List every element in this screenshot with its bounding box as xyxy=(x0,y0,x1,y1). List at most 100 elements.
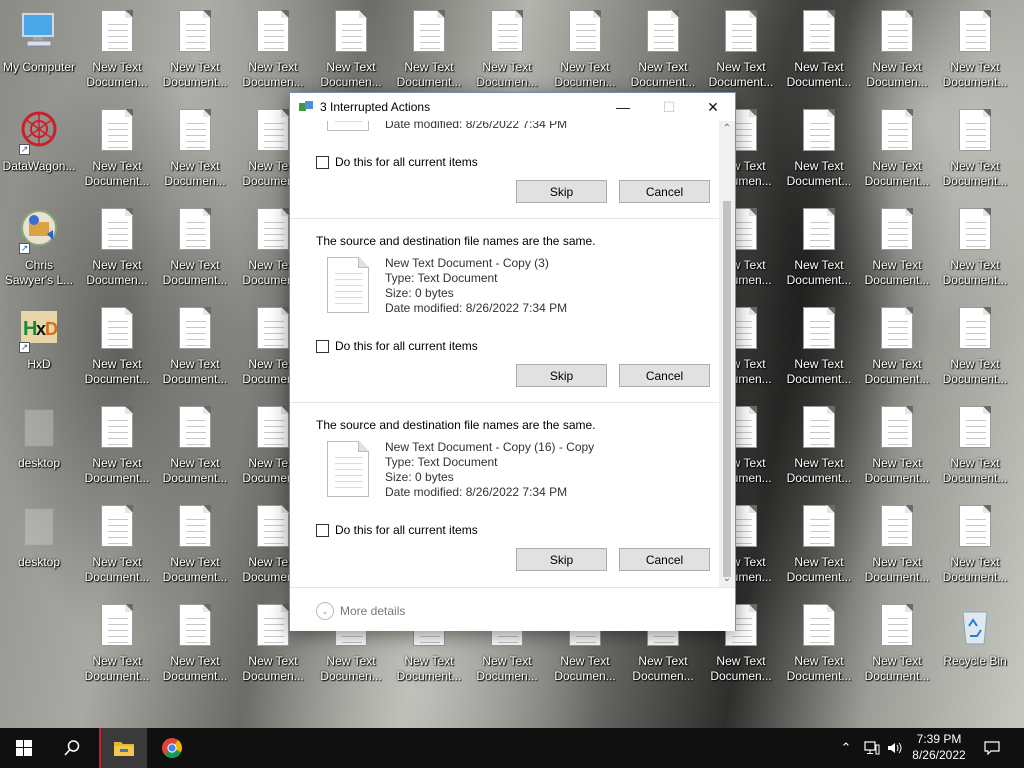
file-details: New Text Document - Copy (16) - Copy Typ… xyxy=(385,440,594,500)
apply-all-row[interactable]: Do this for all current items xyxy=(316,523,478,537)
desktop-icon-text-document[interactable]: New Text Document... xyxy=(936,2,1014,94)
desktop-icon-label: DataWagon... xyxy=(2,159,76,173)
desktop-icon-text-document[interactable]: New Text Document... xyxy=(78,101,156,193)
minimize-button[interactable]: — xyxy=(600,93,646,121)
desktop-icon-datawagon[interactable]: ↗ DataWagon... xyxy=(0,101,78,193)
apply-all-checkbox[interactable] xyxy=(316,155,329,169)
desktop-icon-text-document[interactable]: New Text Document... xyxy=(78,497,156,589)
chevron-up-icon[interactable]: ⌃ xyxy=(836,728,856,768)
apply-all-row[interactable]: Do this for all current items xyxy=(316,155,478,169)
desktop-icon-text-document[interactable]: New Text Documen... xyxy=(78,200,156,292)
desktop-icon-text-document[interactable]: New Text Document... xyxy=(780,200,858,292)
desktop-icon-text-document[interactable]: New Text Document... xyxy=(156,398,234,490)
desktop-icon-text-document[interactable]: New Text Document... xyxy=(936,497,1014,589)
desktop-icon-text-document[interactable]: New Text Document... xyxy=(702,2,780,94)
desktop-icon-text-document[interactable]: New Text Document... xyxy=(858,200,936,292)
desktop-icon-text-document[interactable]: New Text Documen... xyxy=(546,2,624,94)
text-document-icon xyxy=(327,441,369,497)
search-button[interactable] xyxy=(48,728,96,768)
desktop-icon-label: New Text Documen... xyxy=(476,654,538,683)
desktop-icon-text-document[interactable]: New Text Documen... xyxy=(858,2,936,94)
desktop-icon-text-document[interactable]: New Text Document... xyxy=(156,596,234,688)
desktop-icon-text-document[interactable]: New Text Document... xyxy=(780,497,858,589)
skip-button[interactable]: Skip xyxy=(516,548,607,571)
desktop-icon-text-document[interactable]: New Text Documen... xyxy=(156,101,234,193)
desktop-icon-text-document[interactable]: New Text Document... xyxy=(780,398,858,490)
desktop-icon-text-document[interactable]: New Text Document... xyxy=(858,299,936,391)
volume-button[interactable] xyxy=(884,728,906,768)
conflict-list[interactable]: Date modified: 8/26/2022 7:34 PM Do this… xyxy=(290,121,735,587)
desktop-icon-label: New Text Documen... xyxy=(242,60,304,89)
desktop-icon-recycle-bin[interactable]: Recycle Bin xyxy=(936,596,1014,688)
scroll-down-arrow-icon[interactable]: ⌄ xyxy=(719,571,735,587)
apply-all-checkbox[interactable] xyxy=(316,523,329,537)
text-document-icon xyxy=(803,604,835,646)
action-center-button[interactable] xyxy=(976,728,1008,768)
desktop-icon-text-document[interactable]: New Text Document... xyxy=(156,299,234,391)
desktop-icon-text-document[interactable]: New Text Document... xyxy=(78,299,156,391)
desktop-icon-text-document[interactable]: New Text Document... xyxy=(78,596,156,688)
apply-all-checkbox[interactable] xyxy=(316,339,329,353)
desktop-icon-hxd[interactable]: Hx D ↗ HxD xyxy=(0,299,78,391)
desktop-icon-text-document[interactable]: New Text Document... xyxy=(858,497,936,589)
file-size: Size: 0 bytes xyxy=(385,470,454,484)
desktop-icon-text-document[interactable]: New Text Document... xyxy=(390,2,468,94)
text-document-icon xyxy=(257,406,289,448)
desktop-icon-text-document[interactable]: New Text Document... xyxy=(936,101,1014,193)
desktop-icon-label: New Text Documen... xyxy=(86,60,148,89)
desktop-icon-blank-file[interactable]: desktop xyxy=(0,497,78,589)
desktop-icon-text-document[interactable]: New Text Documen... xyxy=(78,2,156,94)
file-date: Date modified: 8/26/2022 7:34 PM xyxy=(385,485,568,499)
network-button[interactable] xyxy=(860,728,884,768)
recycle-bin-icon xyxy=(962,611,988,645)
start-button[interactable] xyxy=(0,728,48,768)
taskbar-file-explorer[interactable] xyxy=(99,728,147,768)
text-document-icon xyxy=(959,208,991,250)
desktop-icon-text-document[interactable]: New Text Document... xyxy=(936,398,1014,490)
cancel-button[interactable]: Cancel xyxy=(619,548,710,571)
text-document-icon xyxy=(881,109,913,151)
scroll-thumb[interactable] xyxy=(723,201,731,577)
dialog-scrollbar[interactable]: ⌃ ⌄ xyxy=(719,121,735,587)
dialog-titlebar[interactable]: 3 Interrupted Actions — ☐ ✕ xyxy=(290,93,735,121)
desktop-icon-text-document[interactable]: New Text Documen... xyxy=(312,2,390,94)
desktop-icon-monitor[interactable]: My Computer xyxy=(0,2,78,94)
desktop-icon-blank-file[interactable]: desktop xyxy=(0,398,78,490)
desktop-icon-game[interactable]: ↗ Chris Sawyer's L... xyxy=(0,200,78,292)
desktop-icon-text-document[interactable]: New Text Document... xyxy=(78,398,156,490)
more-details-toggle[interactable]: ⌄ More details xyxy=(316,602,405,620)
system-clock[interactable]: 7:39 PM 8/26/2022 xyxy=(906,731,972,763)
desktop-icon-text-document[interactable]: New Text Document... xyxy=(858,596,936,688)
file-operation-icon xyxy=(299,101,313,113)
maximize-button[interactable]: ☐ xyxy=(646,93,692,121)
desktop-icon-text-document[interactable]: New Text Document... xyxy=(156,497,234,589)
desktop-icon-label: My Computer xyxy=(2,60,76,74)
desktop-icon-text-document[interactable]: New Text Document... xyxy=(858,101,936,193)
cancel-button[interactable]: Cancel xyxy=(619,364,710,387)
desktop-icon-text-document[interactable]: New Text Document... xyxy=(858,398,936,490)
desktop-icon-text-document[interactable]: New Text Document... xyxy=(156,200,234,292)
text-document-icon xyxy=(413,10,445,52)
folder-icon xyxy=(114,742,134,756)
desktop-icon-text-document[interactable]: New Text Document... xyxy=(624,2,702,94)
desktop-icon-text-document[interactable]: New Text Document... xyxy=(780,596,858,688)
desktop-icon-text-document[interactable]: New Text Document... xyxy=(780,101,858,193)
desktop-icon-text-document[interactable]: New Text Document... xyxy=(780,299,858,391)
close-button[interactable]: ✕ xyxy=(690,93,736,121)
desktop-icon-text-document[interactable]: New Text Documen... xyxy=(468,2,546,94)
skip-button[interactable]: Skip xyxy=(516,364,607,387)
text-document-icon xyxy=(881,10,913,52)
desktop-icon-text-document[interactable]: New Text Document... xyxy=(936,299,1014,391)
desktop-icon-text-document[interactable]: New Text Document... xyxy=(156,2,234,94)
taskbar-chrome[interactable] xyxy=(150,728,194,768)
dialog-title: 3 Interrupted Actions xyxy=(320,100,431,114)
desktop-icon-text-document[interactable]: New Text Document... xyxy=(780,2,858,94)
desktop-icon-text-document[interactable]: New Text Document... xyxy=(936,200,1014,292)
scroll-up-arrow-icon[interactable]: ⌃ xyxy=(719,121,735,137)
desktop-icon-label: New Text Document... xyxy=(942,159,1008,188)
apply-all-row[interactable]: Do this for all current items xyxy=(316,339,478,353)
skip-button[interactable]: Skip xyxy=(516,180,607,203)
cancel-button[interactable]: Cancel xyxy=(619,180,710,203)
desktop-icon-label: New Text Document... xyxy=(864,456,930,485)
desktop-icon-text-document[interactable]: New Text Documen... xyxy=(234,2,312,94)
